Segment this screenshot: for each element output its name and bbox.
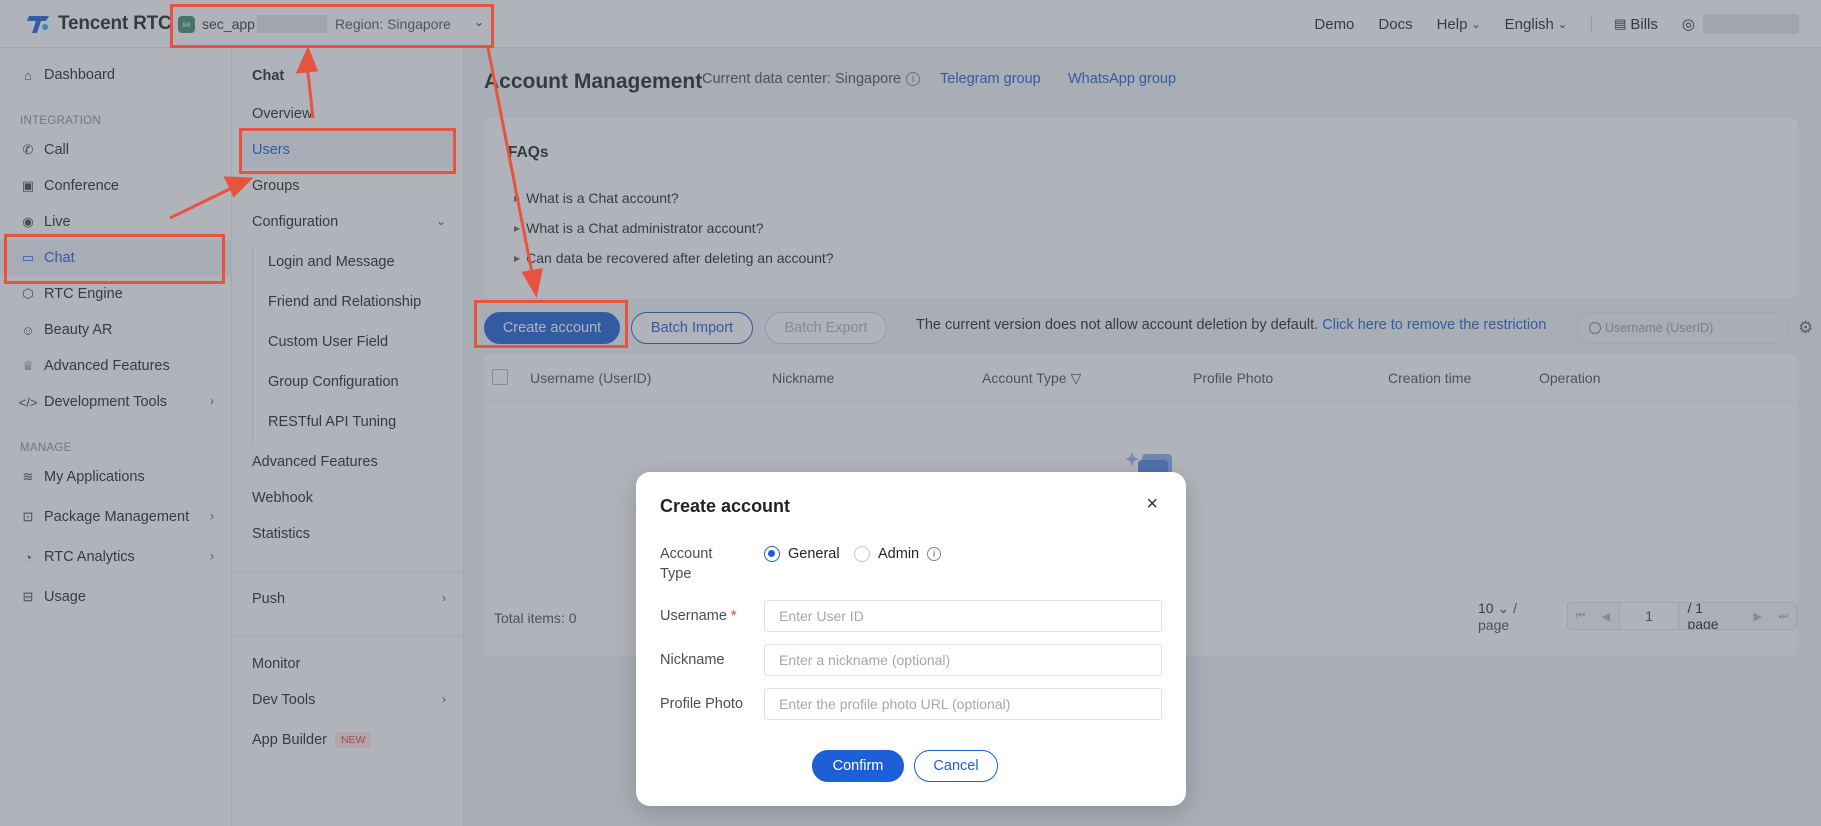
cancel-button[interactable]: Cancel (914, 750, 998, 782)
annotation-box-app-selector (170, 4, 494, 48)
nickname-label: Nickname (660, 652, 725, 668)
username-label: Username * (660, 606, 737, 626)
create-account-dialog: Create account × Account Type General Ad… (636, 472, 1186, 806)
radio-dot-selected (764, 546, 780, 562)
info-icon[interactable]: i (927, 547, 942, 561)
radio-general[interactable]: General (764, 546, 840, 562)
nickname-input[interactable] (764, 644, 1162, 676)
radio-dot (854, 546, 870, 562)
username-label-text: Username (660, 608, 727, 624)
account-type-label: Account Type (660, 546, 713, 582)
profile-photo-label: Profile Photo (660, 696, 744, 712)
radio-admin[interactable]: Admin i (854, 546, 942, 562)
radio-label: General (788, 546, 840, 562)
confirm-button[interactable]: Confirm (812, 750, 904, 782)
annotation-box-chat (4, 234, 225, 284)
username-input[interactable] (764, 600, 1162, 632)
annotation-box-create-account (474, 300, 628, 348)
profile-photo-input[interactable] (764, 688, 1162, 720)
dialog-title: Create account (660, 496, 791, 516)
close-icon[interactable]: × (1146, 494, 1158, 514)
radio-label: Admin (878, 546, 920, 562)
required-asterisk: * (730, 608, 737, 624)
annotation-box-users (239, 128, 456, 174)
